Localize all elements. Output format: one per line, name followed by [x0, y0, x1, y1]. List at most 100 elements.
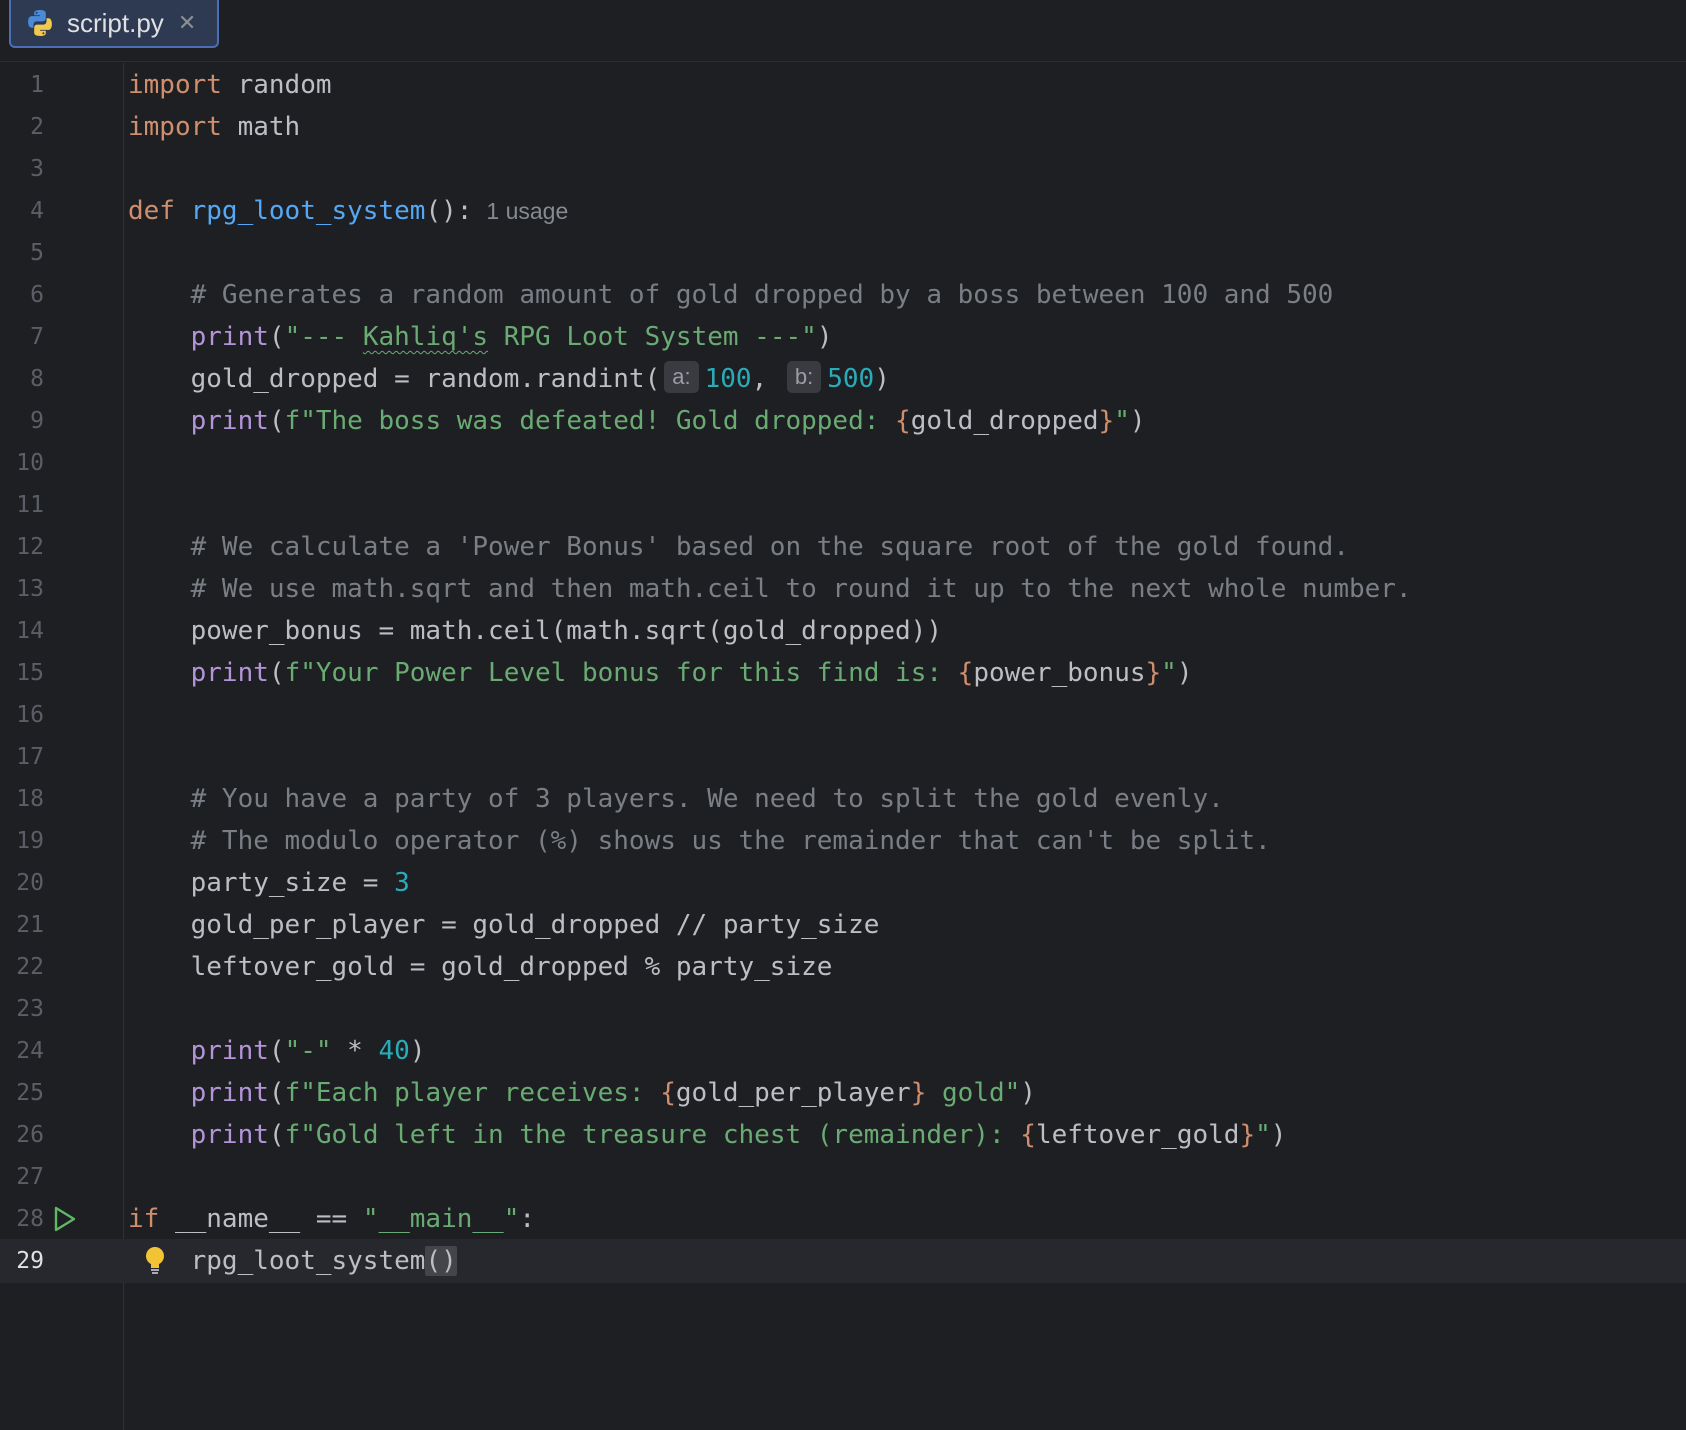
- function-name: rpg_loot_system: [190, 196, 426, 226]
- code-text: (: [268, 658, 285, 688]
- line-number: 19: [16, 828, 44, 854]
- typo-warning[interactable]: Kahliq's: [363, 322, 488, 352]
- string: ": [1255, 1120, 1271, 1150]
- code-line-current: 29 rpg_loot_system(): [0, 1239, 1686, 1283]
- fstring-brace: {: [1020, 1120, 1036, 1150]
- code-line: 13 # We use math.sqrt and then math.ceil…: [0, 567, 1686, 611]
- param-hint-b: b:: [786, 361, 822, 393]
- line-number: 16: [16, 702, 44, 728]
- builtin: print: [190, 406, 269, 436]
- code-line: 3: [0, 147, 1686, 191]
- code-text: ():: [425, 196, 473, 226]
- tab-filename: script.py: [67, 7, 164, 38]
- number: 40: [378, 1036, 410, 1066]
- line-number: 22: [16, 954, 44, 980]
- code-line: 17: [0, 735, 1686, 779]
- code-text: power_bonus = math.ceil(math.sqrt(gold_d…: [190, 616, 942, 646]
- code-line: 24 print("-" * 40): [0, 1029, 1686, 1073]
- line-number: 11: [16, 492, 44, 518]
- line-number: 10: [16, 450, 44, 476]
- code-line: 26 print(f"Gold left in the treasure che…: [0, 1113, 1686, 1157]
- code-line: 9 print(f"The boss was defeated! Gold dr…: [0, 399, 1686, 443]
- code-text: rpg_loot_system: [190, 1246, 426, 1276]
- code-text: *: [331, 1036, 379, 1066]
- keyword: import: [128, 70, 222, 100]
- line-number: 4: [30, 198, 44, 224]
- line-number: 18: [16, 786, 44, 812]
- builtin: print: [190, 1036, 269, 1066]
- code-line: 23: [0, 987, 1686, 1031]
- fstring-brace: }: [1098, 406, 1115, 436]
- fstring-brace: {: [895, 406, 911, 436]
- param-hint-a: a:: [664, 361, 699, 393]
- code-line: 10: [0, 441, 1686, 485]
- code-line: 2 import math: [0, 105, 1686, 149]
- line-number: 17: [16, 744, 44, 770]
- code-line: 25 print(f"Each player receives: {gold_p…: [0, 1071, 1686, 1115]
- builtin: print: [190, 658, 269, 688]
- code-line: 5: [0, 231, 1686, 275]
- run-play-icon[interactable]: [50, 1205, 78, 1233]
- keyword: if: [128, 1204, 160, 1234]
- keyword: import: [128, 112, 222, 142]
- tab-script-py[interactable]: script.py ✕: [9, 0, 219, 48]
- line-number: 8: [30, 366, 44, 392]
- line-number: 15: [16, 660, 44, 686]
- code-text: ,: [751, 364, 768, 394]
- string: gold": [926, 1078, 1021, 1108]
- line-number: 2: [30, 114, 44, 140]
- line-number: 20: [16, 870, 44, 896]
- code-line: 16: [0, 693, 1686, 737]
- code-text: __name__ ==: [159, 1204, 363, 1234]
- string: f"Gold left in the treasure chest (remai…: [284, 1120, 1021, 1150]
- code-line: 27: [0, 1155, 1686, 1199]
- comment: # We calculate a 'Power Bonus' based on …: [190, 532, 1349, 562]
- code-text: gold_dropped = random.randint(: [190, 364, 661, 394]
- code-text: ): [409, 1036, 426, 1066]
- comment: # We use math.sqrt and then math.ceil to…: [190, 574, 1412, 604]
- matched-parens: (): [425, 1246, 457, 1276]
- usage-hint-link[interactable]: 1 usage: [486, 198, 568, 224]
- code-editor[interactable]: 1 import random 2 import math 3 4 def rp…: [0, 63, 1686, 1430]
- code-line: 8 gold_dropped = random.randint(a: 100, b…: [0, 357, 1686, 401]
- code-text: leftover_gold = gold_dropped % party_siz…: [190, 952, 833, 982]
- line-number: 28: [16, 1206, 44, 1232]
- code-line: 7 print("--- Kahliq's RPG Loot System --…: [0, 315, 1686, 359]
- line-number: 12: [16, 534, 44, 560]
- code-text: ): [1176, 658, 1193, 688]
- builtin: print: [190, 1078, 269, 1108]
- line-number: 1: [30, 72, 44, 98]
- string: "__main__": [362, 1204, 520, 1234]
- string: "---: [284, 322, 363, 352]
- number: 3: [394, 868, 410, 898]
- code-text: ): [1129, 406, 1146, 436]
- fstring-brace: {: [660, 1078, 676, 1108]
- line-number: 21: [16, 912, 44, 938]
- fstring-brace: }: [1239, 1120, 1256, 1150]
- code-line: 6 # Generates a random amount of gold dr…: [0, 273, 1686, 317]
- code-text: gold_per_player: [675, 1078, 911, 1108]
- comment: # Generates a random amount of gold drop…: [190, 280, 1334, 310]
- code-line: 20 party_size = 3: [0, 861, 1686, 905]
- code-line: 14 power_bonus = math.ceil(math.sqrt(gol…: [0, 609, 1686, 653]
- line-number: 29: [16, 1248, 44, 1274]
- line-number: 7: [30, 324, 44, 350]
- code-text: ): [816, 322, 833, 352]
- line-number: 9: [30, 408, 44, 434]
- code-line: 18 # You have a party of 3 players. We n…: [0, 777, 1686, 821]
- fstring-brace: }: [1145, 658, 1162, 688]
- code-line: 12 # We calculate a 'Power Bonus' based …: [0, 525, 1686, 569]
- line-number: 6: [30, 282, 44, 308]
- editor-tab-bar: script.py ✕: [0, 0, 1686, 62]
- code-line: 4 def rpg_loot_system(): 1 usage: [0, 189, 1686, 233]
- code-line: 15 print(f"Your Power Level bonus for th…: [0, 651, 1686, 695]
- code-text: ): [1020, 1078, 1036, 1108]
- code-text: ): [1270, 1120, 1287, 1150]
- code-line: 11: [0, 483, 1686, 527]
- keyword: def: [128, 196, 175, 226]
- code-text: party_size =: [190, 868, 395, 898]
- close-tab-icon[interactable]: ✕: [178, 11, 196, 36]
- code-text: ): [874, 364, 890, 394]
- code-text: (: [268, 1120, 285, 1150]
- string: RPG Loot System ---": [488, 322, 817, 352]
